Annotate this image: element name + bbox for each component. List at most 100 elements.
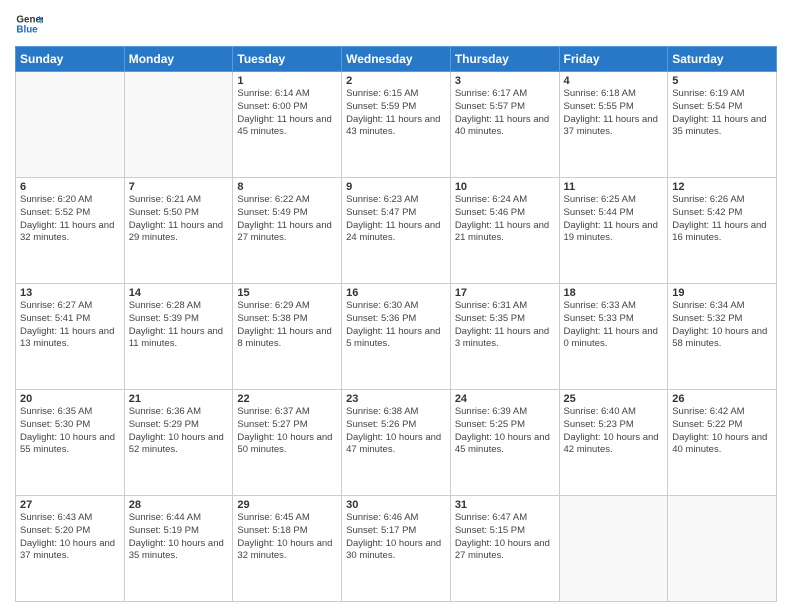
weekday-header: Friday (559, 47, 668, 72)
calendar-day-cell: 30Sunrise: 6:46 AM Sunset: 5:17 PM Dayli… (342, 496, 451, 602)
calendar-day-cell: 28Sunrise: 6:44 AM Sunset: 5:19 PM Dayli… (124, 496, 233, 602)
day-info: Sunrise: 6:36 AM Sunset: 5:29 PM Dayligh… (129, 406, 229, 457)
day-number: 22 (237, 393, 337, 405)
calendar-header-row: SundayMondayTuesdayWednesdayThursdayFrid… (16, 47, 777, 72)
calendar-day-cell (668, 496, 777, 602)
day-number: 16 (346, 287, 446, 299)
calendar-day-cell: 5Sunrise: 6:19 AM Sunset: 5:54 PM Daylig… (668, 72, 777, 178)
day-info: Sunrise: 6:29 AM Sunset: 5:38 PM Dayligh… (237, 300, 337, 351)
calendar-day-cell: 22Sunrise: 6:37 AM Sunset: 5:27 PM Dayli… (233, 390, 342, 496)
calendar-day-cell: 2Sunrise: 6:15 AM Sunset: 5:59 PM Daylig… (342, 72, 451, 178)
calendar-day-cell: 24Sunrise: 6:39 AM Sunset: 5:25 PM Dayli… (450, 390, 559, 496)
day-info: Sunrise: 6:39 AM Sunset: 5:25 PM Dayligh… (455, 406, 555, 457)
calendar-day-cell: 20Sunrise: 6:35 AM Sunset: 5:30 PM Dayli… (16, 390, 125, 496)
day-number: 1 (237, 75, 337, 87)
day-info: Sunrise: 6:42 AM Sunset: 5:22 PM Dayligh… (672, 406, 772, 457)
day-info: Sunrise: 6:31 AM Sunset: 5:35 PM Dayligh… (455, 300, 555, 351)
day-info: Sunrise: 6:34 AM Sunset: 5:32 PM Dayligh… (672, 300, 772, 351)
day-number: 15 (237, 287, 337, 299)
day-info: Sunrise: 6:26 AM Sunset: 5:42 PM Dayligh… (672, 194, 772, 245)
day-info: Sunrise: 6:25 AM Sunset: 5:44 PM Dayligh… (564, 194, 664, 245)
calendar-day-cell: 18Sunrise: 6:33 AM Sunset: 5:33 PM Dayli… (559, 284, 668, 390)
calendar-day-cell: 9Sunrise: 6:23 AM Sunset: 5:47 PM Daylig… (342, 178, 451, 284)
calendar-day-cell: 3Sunrise: 6:17 AM Sunset: 5:57 PM Daylig… (450, 72, 559, 178)
calendar-day-cell: 11Sunrise: 6:25 AM Sunset: 5:44 PM Dayli… (559, 178, 668, 284)
day-number: 6 (20, 181, 120, 193)
weekday-header: Thursday (450, 47, 559, 72)
weekday-header: Sunday (16, 47, 125, 72)
calendar-day-cell (559, 496, 668, 602)
day-number: 25 (564, 393, 664, 405)
day-number: 8 (237, 181, 337, 193)
day-number: 29 (237, 499, 337, 511)
calendar-day-cell: 15Sunrise: 6:29 AM Sunset: 5:38 PM Dayli… (233, 284, 342, 390)
logo-icon: General Blue (15, 10, 43, 38)
calendar-week-row: 20Sunrise: 6:35 AM Sunset: 5:30 PM Dayli… (16, 390, 777, 496)
day-number: 27 (20, 499, 120, 511)
day-number: 26 (672, 393, 772, 405)
calendar-day-cell: 29Sunrise: 6:45 AM Sunset: 5:18 PM Dayli… (233, 496, 342, 602)
day-info: Sunrise: 6:45 AM Sunset: 5:18 PM Dayligh… (237, 512, 337, 563)
day-info: Sunrise: 6:43 AM Sunset: 5:20 PM Dayligh… (20, 512, 120, 563)
day-info: Sunrise: 6:47 AM Sunset: 5:15 PM Dayligh… (455, 512, 555, 563)
logo: General Blue (15, 10, 47, 38)
day-info: Sunrise: 6:28 AM Sunset: 5:39 PM Dayligh… (129, 300, 229, 351)
calendar-day-cell: 12Sunrise: 6:26 AM Sunset: 5:42 PM Dayli… (668, 178, 777, 284)
calendar-day-cell: 19Sunrise: 6:34 AM Sunset: 5:32 PM Dayli… (668, 284, 777, 390)
calendar-day-cell (16, 72, 125, 178)
calendar-day-cell: 26Sunrise: 6:42 AM Sunset: 5:22 PM Dayli… (668, 390, 777, 496)
day-number: 13 (20, 287, 120, 299)
day-info: Sunrise: 6:46 AM Sunset: 5:17 PM Dayligh… (346, 512, 446, 563)
calendar-day-cell: 4Sunrise: 6:18 AM Sunset: 5:55 PM Daylig… (559, 72, 668, 178)
day-info: Sunrise: 6:35 AM Sunset: 5:30 PM Dayligh… (20, 406, 120, 457)
calendar-day-cell: 17Sunrise: 6:31 AM Sunset: 5:35 PM Dayli… (450, 284, 559, 390)
day-number: 7 (129, 181, 229, 193)
day-number: 3 (455, 75, 555, 87)
day-info: Sunrise: 6:24 AM Sunset: 5:46 PM Dayligh… (455, 194, 555, 245)
day-number: 11 (564, 181, 664, 193)
page: General Blue SundayMondayTuesdayWednesda… (0, 0, 792, 612)
calendar-week-row: 27Sunrise: 6:43 AM Sunset: 5:20 PM Dayli… (16, 496, 777, 602)
weekday-header: Wednesday (342, 47, 451, 72)
day-number: 9 (346, 181, 446, 193)
calendar-week-row: 1Sunrise: 6:14 AM Sunset: 6:00 PM Daylig… (16, 72, 777, 178)
day-number: 19 (672, 287, 772, 299)
weekday-header: Tuesday (233, 47, 342, 72)
day-info: Sunrise: 6:38 AM Sunset: 5:26 PM Dayligh… (346, 406, 446, 457)
day-info: Sunrise: 6:30 AM Sunset: 5:36 PM Dayligh… (346, 300, 446, 351)
day-info: Sunrise: 6:19 AM Sunset: 5:54 PM Dayligh… (672, 88, 772, 139)
day-info: Sunrise: 6:44 AM Sunset: 5:19 PM Dayligh… (129, 512, 229, 563)
calendar-day-cell: 7Sunrise: 6:21 AM Sunset: 5:50 PM Daylig… (124, 178, 233, 284)
day-number: 4 (564, 75, 664, 87)
calendar-day-cell: 6Sunrise: 6:20 AM Sunset: 5:52 PM Daylig… (16, 178, 125, 284)
calendar-day-cell: 21Sunrise: 6:36 AM Sunset: 5:29 PM Dayli… (124, 390, 233, 496)
calendar-day-cell: 23Sunrise: 6:38 AM Sunset: 5:26 PM Dayli… (342, 390, 451, 496)
calendar-day-cell: 25Sunrise: 6:40 AM Sunset: 5:23 PM Dayli… (559, 390, 668, 496)
calendar-day-cell: 31Sunrise: 6:47 AM Sunset: 5:15 PM Dayli… (450, 496, 559, 602)
day-info: Sunrise: 6:23 AM Sunset: 5:47 PM Dayligh… (346, 194, 446, 245)
day-info: Sunrise: 6:22 AM Sunset: 5:49 PM Dayligh… (237, 194, 337, 245)
calendar-day-cell: 14Sunrise: 6:28 AM Sunset: 5:39 PM Dayli… (124, 284, 233, 390)
day-number: 28 (129, 499, 229, 511)
day-info: Sunrise: 6:21 AM Sunset: 5:50 PM Dayligh… (129, 194, 229, 245)
day-info: Sunrise: 6:27 AM Sunset: 5:41 PM Dayligh… (20, 300, 120, 351)
calendar-day-cell (124, 72, 233, 178)
day-number: 23 (346, 393, 446, 405)
day-info: Sunrise: 6:37 AM Sunset: 5:27 PM Dayligh… (237, 406, 337, 457)
calendar-day-cell: 16Sunrise: 6:30 AM Sunset: 5:36 PM Dayli… (342, 284, 451, 390)
day-info: Sunrise: 6:20 AM Sunset: 5:52 PM Dayligh… (20, 194, 120, 245)
day-number: 5 (672, 75, 772, 87)
day-number: 21 (129, 393, 229, 405)
calendar-day-cell: 27Sunrise: 6:43 AM Sunset: 5:20 PM Dayli… (16, 496, 125, 602)
day-number: 17 (455, 287, 555, 299)
calendar-day-cell: 10Sunrise: 6:24 AM Sunset: 5:46 PM Dayli… (450, 178, 559, 284)
svg-text:Blue: Blue (16, 24, 38, 35)
calendar-day-cell: 8Sunrise: 6:22 AM Sunset: 5:49 PM Daylig… (233, 178, 342, 284)
day-number: 24 (455, 393, 555, 405)
day-number: 20 (20, 393, 120, 405)
calendar-day-cell: 1Sunrise: 6:14 AM Sunset: 6:00 PM Daylig… (233, 72, 342, 178)
calendar-body: 1Sunrise: 6:14 AM Sunset: 6:00 PM Daylig… (16, 72, 777, 602)
day-number: 18 (564, 287, 664, 299)
weekday-header: Saturday (668, 47, 777, 72)
day-number: 14 (129, 287, 229, 299)
